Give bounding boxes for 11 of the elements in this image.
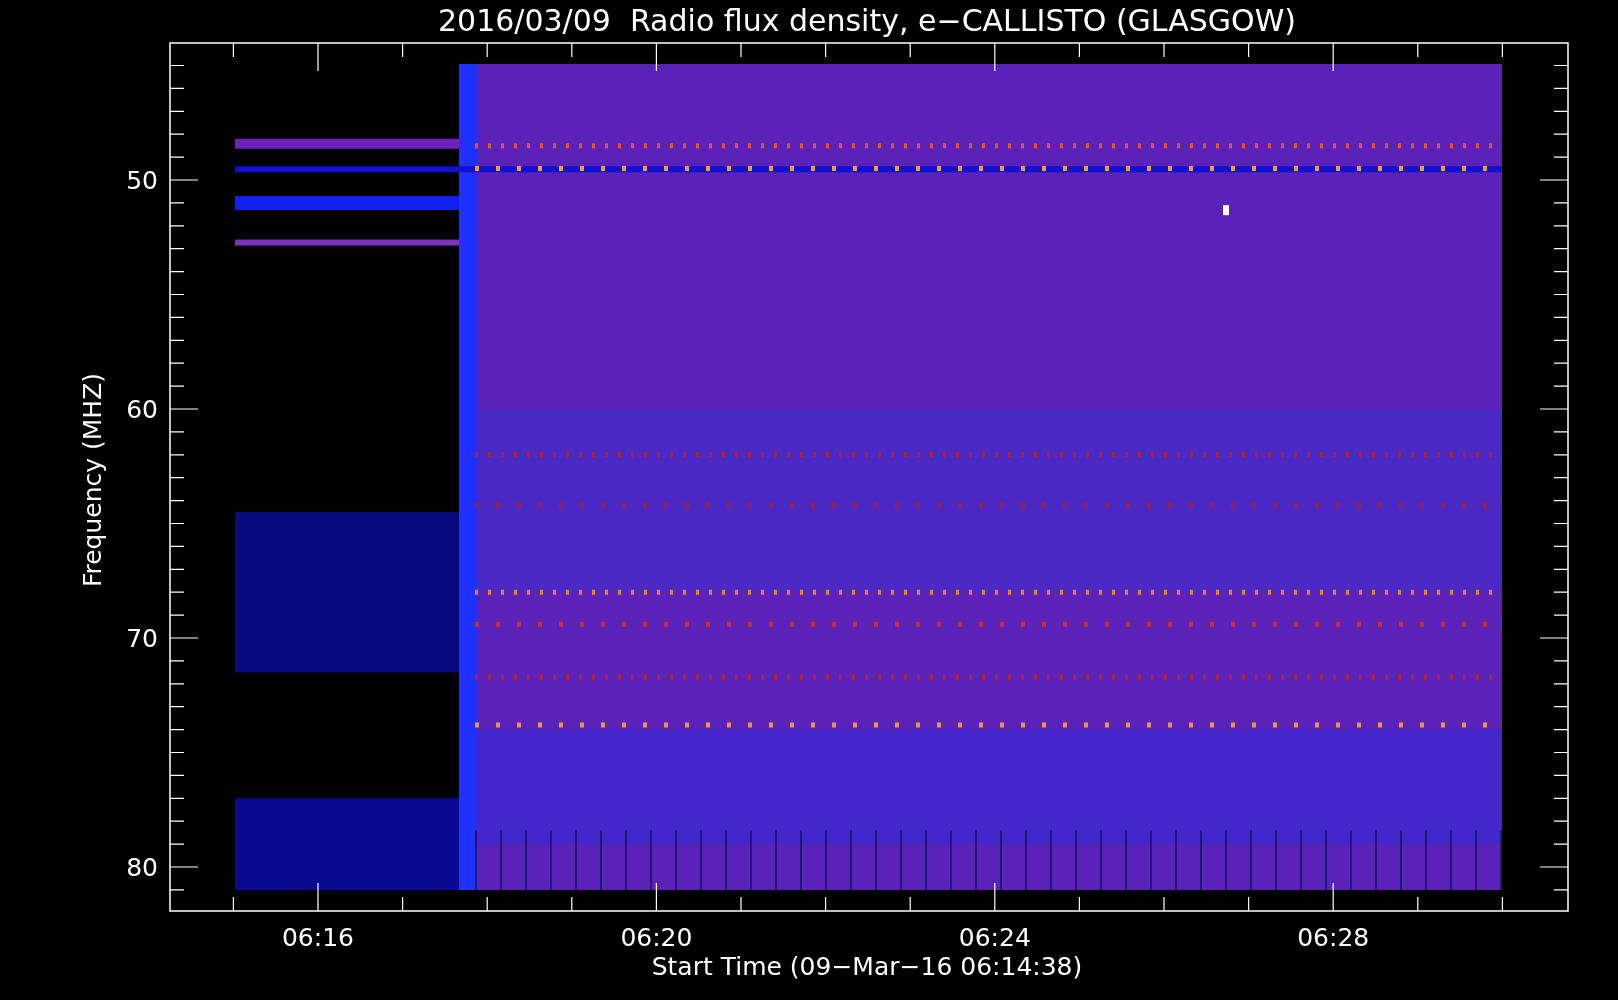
x-tick-label: 06:16 (282, 923, 354, 952)
x-tick-label: 06:20 (620, 923, 693, 952)
y-tick-label: 50 (126, 166, 158, 195)
x-tick-label: 06:28 (1297, 923, 1370, 952)
y-tick-label: 80 (126, 853, 158, 882)
y-axis-label: Frequency (MHZ) (78, 372, 107, 588)
chart-title: 2016/03/09 Radio flux density, e−CALLISTO (GLASGOW) (437, 3, 1297, 38)
y-tick-label: 60 (126, 395, 158, 424)
x-axis-label: Start Time (09−Mar−16 06:14:38) (651, 952, 1083, 981)
y-tick-label: 70 (126, 624, 158, 653)
x-tick-label: 06:24 (958, 923, 1031, 952)
